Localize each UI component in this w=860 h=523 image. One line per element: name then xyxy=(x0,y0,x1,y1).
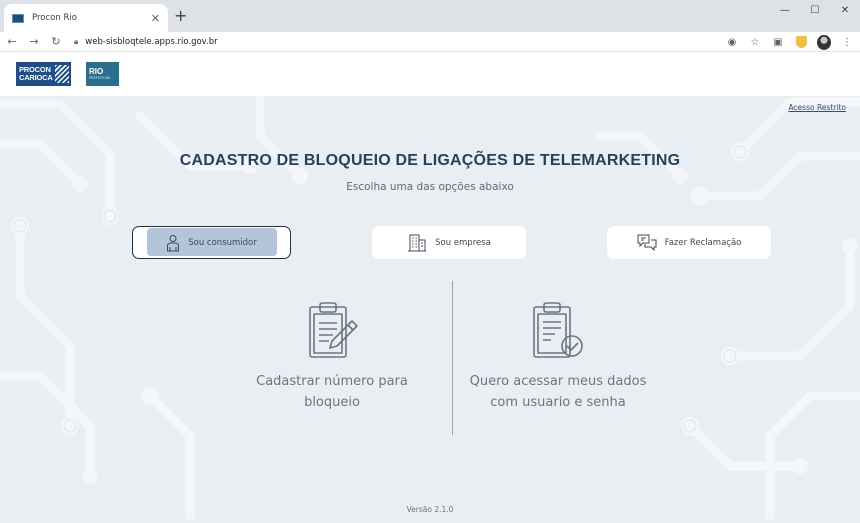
rio-prefeitura-logo[interactable]: RIO PREFEITURA xyxy=(86,62,119,86)
maximize-button[interactable]: ☐ xyxy=(800,0,830,20)
register-card-line1: Cadastrar número para xyxy=(256,374,408,389)
tab-title: Procon Rio xyxy=(32,13,77,23)
procon-carioca-logo[interactable]: PROCON CARIOCA xyxy=(16,62,71,86)
toolbar-actions: ◉ ☆ ▣ ⋮ xyxy=(725,32,854,52)
lock-icon: 🔒︎ xyxy=(74,37,79,46)
new-tab-button[interactable]: + xyxy=(174,7,187,25)
reload-button[interactable]: ↻ xyxy=(46,32,66,52)
rio-logo-text: RIO xyxy=(89,66,104,76)
consumer-option-button[interactable]: Sou consumidor xyxy=(132,226,291,259)
restricted-access-link[interactable]: Acesso Restrito xyxy=(788,103,846,112)
complaint-option-label: Fazer Reclamação xyxy=(664,237,742,248)
clipboard-check-icon xyxy=(533,302,583,358)
main-content: Acesso Restrito CADASTRO DE BLOQUEIO DE … xyxy=(0,96,860,523)
url-text: web-sisbloqtele.apps.rio.gov.br xyxy=(85,37,218,47)
person-icon xyxy=(167,234,180,251)
cards-divider xyxy=(452,281,453,435)
back-button[interactable]: ← xyxy=(2,32,22,52)
cookie-icon[interactable]: ◉ xyxy=(725,35,739,49)
address-bar[interactable]: 🔒︎ web-sisbloqtele.apps.rio.gov.br xyxy=(74,32,754,52)
access-card-line2: com usuario e senha xyxy=(490,395,626,410)
browser-tab[interactable]: Procon Rio ✕ xyxy=(4,4,168,32)
clipboard-edit-icon xyxy=(309,302,358,358)
close-window-button[interactable]: ✕ xyxy=(830,0,860,20)
bookmark-star-icon[interactable]: ☆ xyxy=(748,35,762,49)
register-card-line2: bloqueio xyxy=(304,395,360,410)
favicon-icon xyxy=(12,13,24,23)
logo-stripes-icon xyxy=(55,65,69,83)
window-controls: — ☐ ✕ xyxy=(770,0,860,22)
complaint-option-button[interactable]: Fazer Reclamação xyxy=(607,226,771,259)
business-option-button[interactable]: Sou empresa xyxy=(372,226,526,259)
page-title: CADASTRO DE BLOQUEIO DE LIGAÇÕES DE TELE… xyxy=(179,152,681,169)
browser-tab-strip: Procon Rio ✕ + — ☐ ✕ xyxy=(0,0,860,32)
forward-button[interactable]: → xyxy=(24,32,44,52)
minimize-button[interactable]: — xyxy=(770,0,800,20)
business-option-label: Sou empresa xyxy=(435,237,491,248)
consumer-option-label: Sou consumidor xyxy=(188,237,257,248)
access-data-card[interactable]: Quero acessar meus dados com usuario e s… xyxy=(458,301,658,413)
profile-avatar[interactable] xyxy=(817,34,831,50)
page-subtitle: Escolha uma das opções abaixo xyxy=(346,181,514,193)
chat-icon xyxy=(637,234,657,251)
rio-logo-subtext: PREFEITURA xyxy=(89,75,111,80)
access-card-line1: Quero acessar meus dados xyxy=(469,374,647,389)
building-icon xyxy=(408,234,427,251)
register-number-card[interactable]: Cadastrar número para bloqueio xyxy=(232,301,432,413)
extension-shield-icon[interactable] xyxy=(794,35,808,49)
close-tab-icon[interactable]: ✕ xyxy=(151,13,160,24)
browser-toolbar: ← → ↻ 🔒︎ web-sisbloqtele.apps.rio.gov.br… xyxy=(0,32,860,52)
site-header: PROCON CARIOCA RIO PREFEITURA xyxy=(0,52,860,96)
cast-icon[interactable]: ▣ xyxy=(771,35,785,49)
version-label: Versão 2.1.0 xyxy=(406,505,454,514)
menu-dots-icon[interactable]: ⋮ xyxy=(840,35,854,49)
